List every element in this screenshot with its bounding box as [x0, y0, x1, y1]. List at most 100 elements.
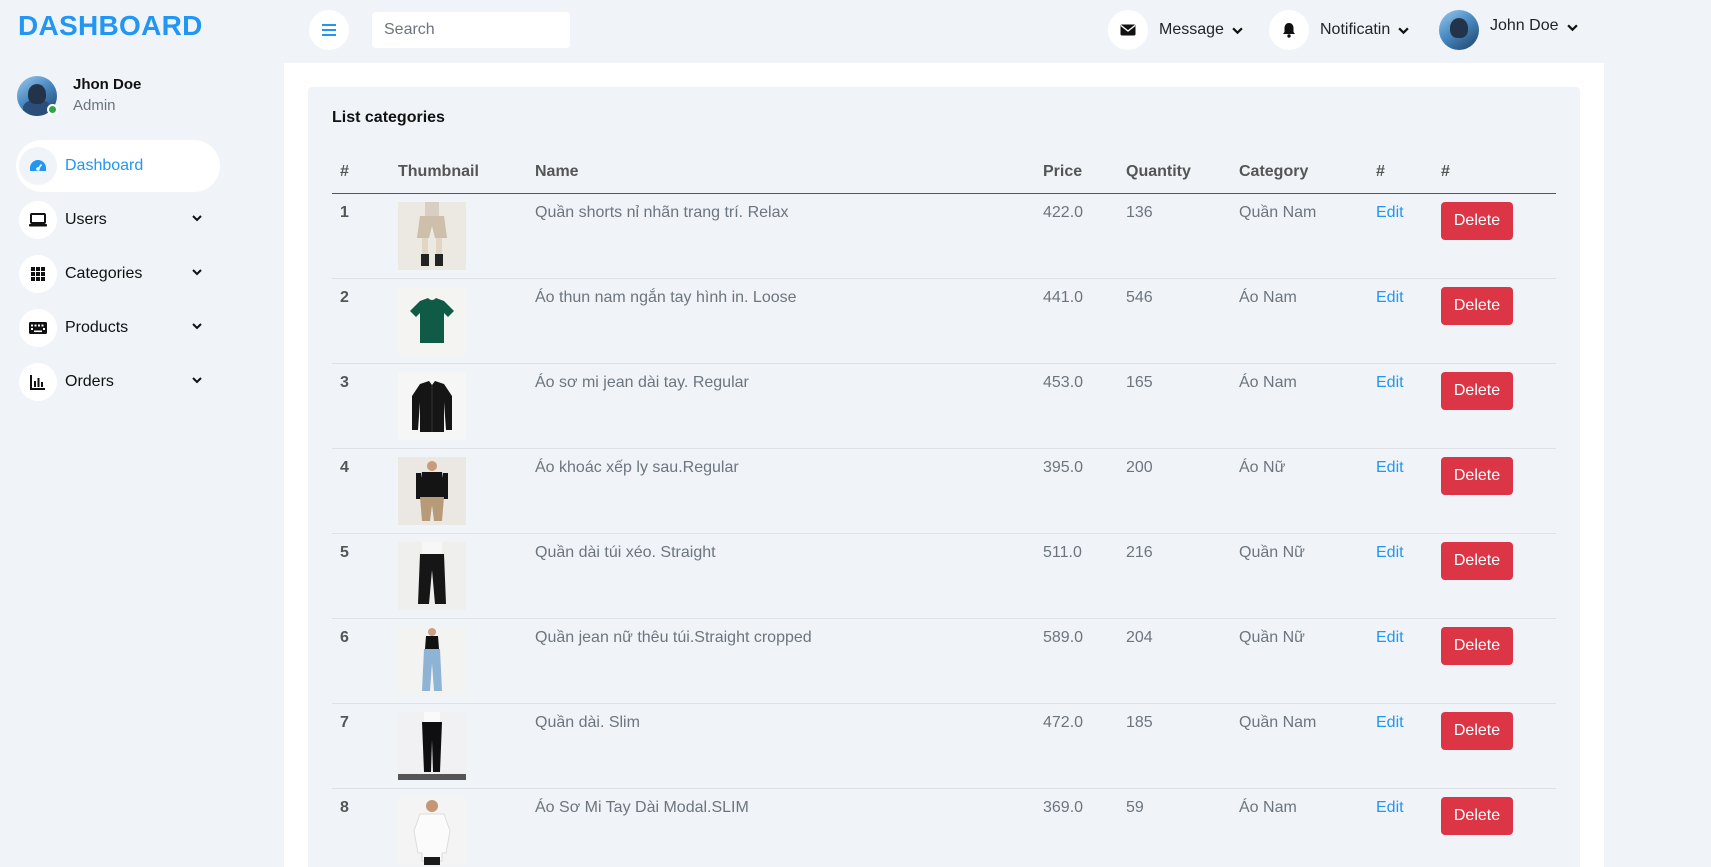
product-name: Áo khoác xếp ly sau.Regular [527, 448, 1035, 534]
product-name: Áo thun nam ngắn tay hình in. Loose [527, 278, 1035, 364]
grid-icon [19, 255, 57, 293]
product-name: Áo sơ mi jean dài tay. Regular [527, 363, 1035, 449]
message-dropdown[interactable]: Message [1108, 10, 1243, 50]
sidebar-item-dashboard[interactable]: Dashboard [16, 140, 220, 192]
product-price: 472.0 [1035, 703, 1118, 789]
column-header: # [1433, 151, 1556, 194]
row-index: 8 [332, 788, 390, 867]
row-index: 1 [332, 193, 390, 279]
bar-chart-icon [19, 363, 57, 401]
chevron-down-icon [1398, 27, 1409, 34]
product-quantity: 185 [1118, 703, 1231, 789]
row-index: 3 [332, 363, 390, 449]
thumbnail-cell [390, 278, 527, 364]
sidebar-nav: Dashboard Users Categories Products Orde… [16, 140, 220, 410]
sidebar-item-label: Categories [65, 265, 143, 282]
edit-link[interactable]: Edit [1376, 289, 1404, 306]
column-header: Category [1231, 151, 1368, 194]
product-thumbnail [398, 286, 466, 355]
product-thumbnail [398, 711, 466, 780]
column-header: # [1368, 151, 1433, 194]
product-thumbnail [398, 796, 466, 865]
profile-name: Jhon Doe [73, 76, 142, 93]
product-quantity: 136 [1118, 193, 1231, 279]
delete-cell: Delete [1433, 193, 1556, 279]
sidebar-item-products[interactable]: Products [16, 302, 220, 354]
thumbnail-cell [390, 363, 527, 449]
product-quantity: 546 [1118, 278, 1231, 364]
thumbnail-cell [390, 193, 527, 279]
edit-cell: Edit [1368, 278, 1433, 364]
product-name: Quần dài. Slim [527, 703, 1035, 789]
sidebar-item-users[interactable]: Users [16, 194, 220, 246]
table-header-row: # Thumbnail Name Price Quantity Category… [332, 151, 1556, 194]
delete-button[interactable]: Delete [1441, 711, 1513, 750]
notification-dropdown[interactable]: Notificatin [1269, 10, 1409, 50]
sidebar-item-categories[interactable]: Categories [16, 248, 220, 300]
product-price: 453.0 [1035, 363, 1118, 449]
product-quantity: 200 [1118, 448, 1231, 534]
edit-link[interactable]: Edit [1376, 459, 1404, 476]
main-content: List categories # Thumbnail Name Price Q… [284, 63, 1604, 867]
thumbnail-cell [390, 533, 527, 619]
thumbnail-cell [390, 788, 527, 867]
product-quantity: 216 [1118, 533, 1231, 619]
message-label: Message [1159, 21, 1224, 38]
edit-link[interactable]: Edit [1376, 204, 1404, 221]
product-name: Quần shorts nỉ nhãn trang trí. Relax [527, 193, 1035, 279]
product-price: 369.0 [1035, 788, 1118, 867]
product-price: 511.0 [1035, 533, 1118, 619]
sidebar-item-label: Products [65, 319, 129, 336]
delete-button[interactable]: Delete [1441, 541, 1513, 580]
thumbnail-cell [390, 618, 527, 704]
laptop-icon [19, 201, 57, 239]
column-header: Thumbnail [390, 151, 527, 194]
product-quantity: 165 [1118, 363, 1231, 449]
edit-link[interactable]: Edit [1376, 544, 1404, 561]
edit-cell: Edit [1368, 788, 1433, 867]
delete-button[interactable]: Delete [1441, 201, 1513, 240]
delete-cell: Delete [1433, 618, 1556, 704]
product-thumbnail [398, 456, 466, 525]
chevron-down-icon [1566, 24, 1578, 31]
row-index: 5 [332, 533, 390, 619]
table-row: 6 Quần jean nữ thêu túi.Straight cropped… [332, 618, 1556, 704]
delete-cell: Delete [1433, 703, 1556, 789]
menu-toggle-button[interactable] [309, 10, 349, 50]
delete-button[interactable]: Delete [1441, 286, 1513, 325]
brand-logo[interactable]: DASHBOARD [18, 10, 203, 42]
chevron-down-icon [192, 377, 202, 384]
product-category: Áo Nam [1231, 363, 1368, 449]
column-header: # [332, 151, 390, 194]
chevron-down-icon [1232, 27, 1243, 34]
product-thumbnail [398, 626, 466, 695]
notification-label: Notificatin [1320, 21, 1391, 38]
sidebar-profile: Jhon Doe Admin [17, 75, 141, 117]
sidebar-item-orders[interactable]: Orders [16, 356, 220, 408]
product-price: 589.0 [1035, 618, 1118, 704]
delete-button[interactable]: Delete [1441, 796, 1513, 835]
edit-link[interactable]: Edit [1376, 714, 1404, 731]
product-price: 441.0 [1035, 278, 1118, 364]
sidebar-item-label: Orders [65, 373, 114, 390]
delete-button[interactable]: Delete [1441, 456, 1513, 495]
products-table: # Thumbnail Name Price Quantity Category… [332, 151, 1556, 867]
product-category: Quần Nữ [1231, 533, 1368, 619]
product-name: Áo Sơ Mi Tay Dài Modal.SLIM [527, 788, 1035, 867]
edit-link[interactable]: Edit [1376, 799, 1404, 816]
sidebar: DASHBOARD Jhon Doe Admin Dashboard Users [0, 0, 284, 867]
column-header: Name [527, 151, 1035, 194]
categories-card: List categories # Thumbnail Name Price Q… [308, 87, 1580, 867]
keyboard-icon [19, 309, 57, 347]
delete-cell: Delete [1433, 533, 1556, 619]
product-thumbnail [398, 201, 466, 270]
product-category: Quần Nam [1231, 703, 1368, 789]
product-thumbnail [398, 541, 466, 610]
edit-link[interactable]: Edit [1376, 374, 1404, 391]
search-input[interactable] [372, 12, 570, 48]
edit-link[interactable]: Edit [1376, 629, 1404, 646]
delete-button[interactable]: Delete [1441, 626, 1513, 665]
column-header: Quantity [1118, 151, 1231, 194]
delete-button[interactable]: Delete [1441, 371, 1513, 410]
user-menu-dropdown[interactable]: John Doe [1439, 10, 1578, 50]
